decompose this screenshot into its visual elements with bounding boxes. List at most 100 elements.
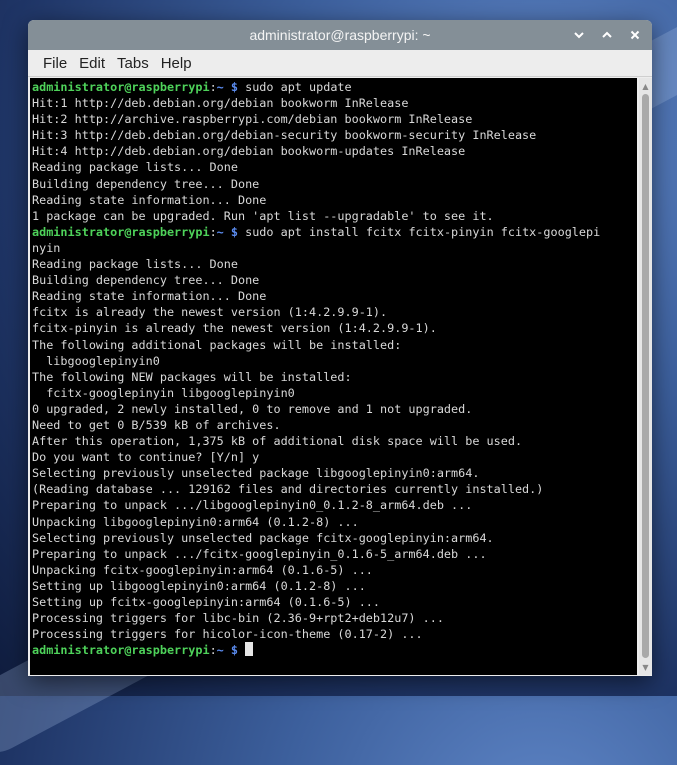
terminal-output[interactable]: administrator@raspberrypi:~ $ sudo apt u…	[30, 78, 637, 675]
output-line: Setting up fcitx-googlepinyin:arm64 (0.1…	[32, 594, 637, 610]
output-text: Reading package lists... Done	[32, 257, 238, 272]
output-text: Preparing to unpack .../libgooglepinyin0…	[32, 498, 473, 513]
output-line: libgooglepinyin0	[32, 353, 637, 369]
prompt-user-host: administrator@raspberrypi	[32, 80, 210, 94]
output-text: 0 upgraded, 2 newly installed, 0 to remo…	[32, 401, 473, 416]
prompt-symbol: $	[223, 224, 246, 239]
output-line: Setting up libgooglepinyin0:arm64 (0.1.2…	[32, 578, 637, 594]
menu-help[interactable]: Help	[156, 55, 197, 72]
output-line: Building dependency tree... Done	[32, 176, 637, 192]
prompt-user-host: administrator@raspberrypi	[32, 643, 210, 658]
minimize-button[interactable]	[572, 28, 586, 42]
scrollbar[interactable]: ▲ ▼	[639, 78, 652, 675]
output-text: Hit:4 http://deb.debian.org/debian bookw…	[32, 144, 466, 159]
output-line: Reading package lists... Done	[32, 159, 637, 175]
prompt-path: ~	[216, 224, 224, 239]
output-text: Preparing to unpack .../fcitx-googlepiny…	[32, 546, 487, 561]
menu-bar: File Edit Tabs Help	[28, 50, 652, 77]
output-text: Reading state information... Done	[32, 289, 267, 304]
output-text: Building dependency tree... Done	[32, 176, 260, 191]
output-text: Hit:2 http://archive.raspberrypi.com/deb…	[32, 112, 473, 127]
output-line: The following NEW packages will be insta…	[32, 369, 637, 385]
output-text: fcitx-pinyin is already the newest versi…	[32, 321, 437, 336]
menu-edit[interactable]: Edit	[74, 55, 110, 72]
output-text: Need to get 0 B/539 kB of archives.	[32, 417, 281, 432]
output-text: After this operation, 1,375 kB of additi…	[32, 434, 523, 449]
text-cursor	[245, 642, 254, 657]
output-line: 0 upgraded, 2 newly installed, 0 to remo…	[32, 401, 637, 417]
prompt-user-host: administrator@raspberrypi	[32, 224, 210, 239]
prompt-symbol: $	[223, 80, 246, 94]
command-text: sudo apt update	[245, 80, 352, 94]
output-line: Do you want to continue? [Y/n] y	[32, 449, 637, 465]
output-text: Selecting previously unselected package …	[32, 466, 480, 481]
output-text: The following additional packages will b…	[32, 337, 402, 352]
chevron-down-icon	[574, 32, 584, 39]
output-text: Hit:1 http://deb.debian.org/debian bookw…	[32, 96, 409, 111]
scroll-down-arrow[interactable]: ▼	[639, 660, 652, 674]
terminal-window: administrator@raspberrypi: ~ File Edit T…	[28, 20, 652, 676]
output-text: nyin	[32, 240, 61, 255]
output-line: Preparing to unpack .../fcitx-googlepiny…	[32, 546, 637, 562]
output-line: Building dependency tree... Done	[32, 272, 637, 288]
output-line: Selecting previously unselected package …	[32, 530, 637, 546]
menu-tabs[interactable]: Tabs	[112, 55, 154, 72]
menu-file[interactable]: File	[38, 55, 72, 72]
output-line: Hit:4 http://deb.debian.org/debian bookw…	[32, 143, 637, 159]
terminal-lines: administrator@raspberrypi:~ $ sudo apt u…	[30, 78, 637, 658]
prompt-separator: :	[209, 80, 217, 94]
close-button[interactable]	[628, 28, 642, 42]
output-line: Processing triggers for libc-bin (2.36-9…	[32, 610, 637, 626]
chevron-up-icon	[602, 31, 612, 38]
output-line: Processing triggers for hicolor-icon-the…	[32, 626, 637, 642]
output-text: Reading package lists... Done	[32, 160, 238, 175]
prompt-separator: :	[209, 224, 217, 239]
prompt-path: ~	[216, 80, 224, 94]
output-line: Unpacking fcitx-googlepinyin:arm64 (0.1.…	[32, 562, 637, 578]
output-line: Hit:3 http://deb.debian.org/debian-secur…	[32, 127, 637, 143]
output-text: fcitx is already the newest version (1:4…	[32, 305, 388, 320]
output-line: nyin	[32, 240, 637, 256]
output-line: 1 package can be upgraded. Run 'apt list…	[32, 208, 637, 224]
output-text: (Reading database ... 129162 files and d…	[32, 482, 544, 497]
output-text: Hit:3 http://deb.debian.org/debian-secur…	[32, 128, 537, 143]
output-line: The following additional packages will b…	[32, 337, 637, 353]
output-text: Setting up fcitx-googlepinyin:arm64 (0.1…	[32, 595, 381, 609]
window-controls	[572, 20, 642, 50]
output-line: Hit:1 http://deb.debian.org/debian bookw…	[32, 95, 637, 111]
output-text: Selecting previously unselected package …	[32, 530, 494, 545]
output-text: Unpacking libgooglepinyin0:arm64 (0.1.2-…	[32, 514, 359, 529]
prompt-separator: :	[209, 643, 217, 658]
output-line: After this operation, 1,375 kB of additi…	[32, 433, 637, 449]
output-text: Do you want to continue? [Y/n] y	[32, 450, 260, 465]
output-line: fcitx-googlepinyin libgooglepinyin0	[32, 385, 637, 401]
output-line: fcitx-pinyin is already the newest versi…	[32, 320, 637, 336]
command-text: sudo apt install fcitx fcitx-pinyin fcit…	[245, 224, 601, 239]
output-text: libgooglepinyin0	[32, 353, 160, 368]
prompt-path: ~	[216, 643, 224, 658]
output-text: Processing triggers for libc-bin (2.36-9…	[32, 611, 444, 626]
output-line: Unpacking libgooglepinyin0:arm64 (0.1.2-…	[32, 514, 637, 530]
output-text: Reading state information... Done	[32, 192, 267, 207]
maximize-button[interactable]	[600, 28, 614, 42]
prompt-line: administrator@raspberrypi:~ $	[32, 642, 637, 658]
output-line: Reading state information... Done	[32, 192, 637, 208]
output-text: Processing triggers for hicolor-icon-the…	[32, 627, 423, 642]
output-text: Unpacking fcitx-googlepinyin:arm64 (0.1.…	[32, 562, 373, 577]
output-line: Preparing to unpack .../libgooglepinyin0…	[32, 497, 637, 513]
output-text: Setting up libgooglepinyin0:arm64 (0.1.2…	[32, 578, 366, 593]
output-text: 1 package can be upgraded. Run 'apt list…	[32, 208, 494, 223]
close-icon	[630, 30, 640, 40]
output-text: Building dependency tree... Done	[32, 273, 260, 288]
output-line: (Reading database ... 129162 files and d…	[32, 481, 637, 497]
title-bar[interactable]: administrator@raspberrypi: ~	[28, 20, 652, 50]
output-line: Reading package lists... Done	[32, 256, 637, 272]
output-line: Selecting previously unselected package …	[32, 465, 637, 481]
output-text: The following NEW packages will be insta…	[32, 369, 352, 384]
output-line: fcitx is already the newest version (1:4…	[32, 304, 637, 320]
scroll-up-arrow[interactable]: ▲	[639, 79, 652, 93]
output-line: Hit:2 http://archive.raspberrypi.com/deb…	[32, 111, 637, 127]
window-title: administrator@raspberrypi: ~	[249, 27, 431, 43]
scrollbar-thumb[interactable]	[642, 94, 649, 658]
output-text: fcitx-googlepinyin libgooglepinyin0	[32, 385, 295, 400]
